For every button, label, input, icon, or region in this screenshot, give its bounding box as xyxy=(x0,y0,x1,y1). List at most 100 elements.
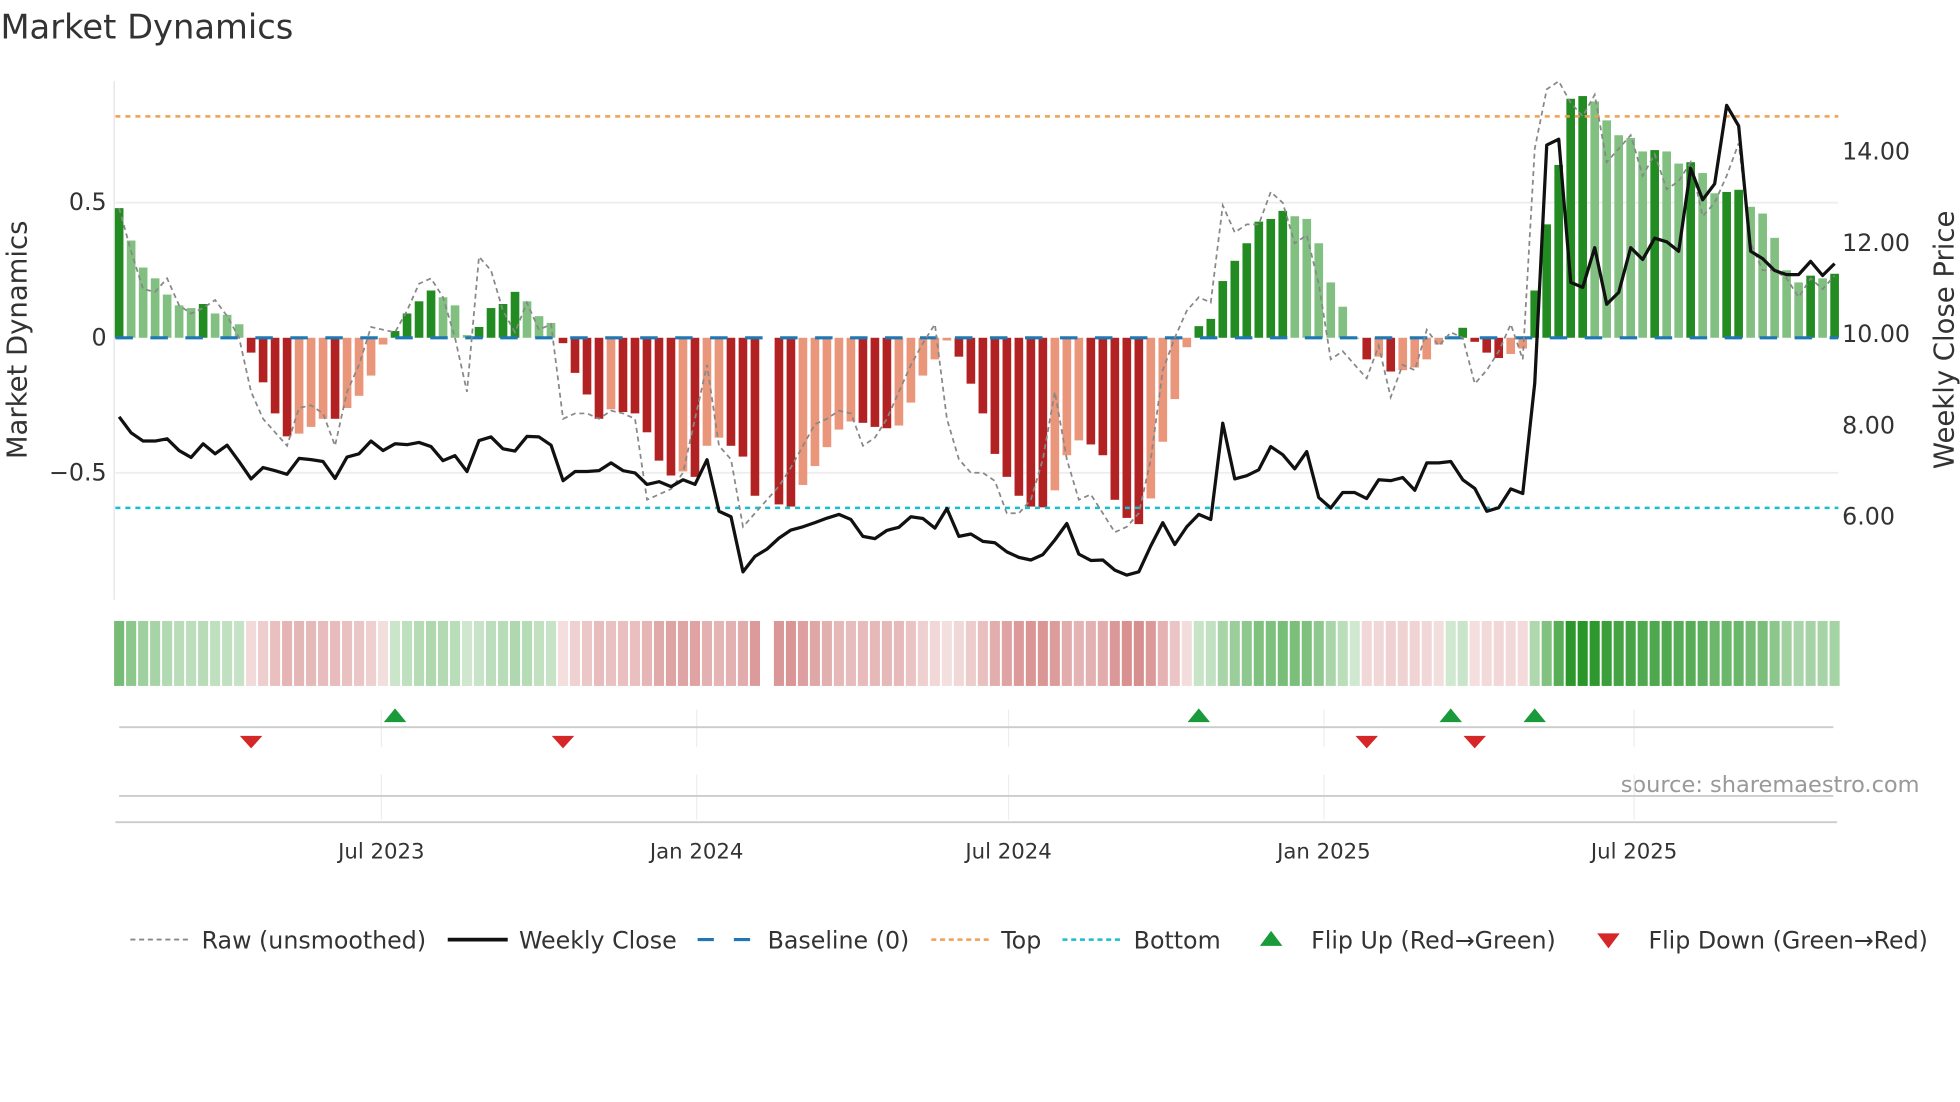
heatmap-cell xyxy=(162,620,173,686)
heatmap-cell xyxy=(378,620,389,686)
dynamics-bar xyxy=(966,337,976,384)
dynamics-bar xyxy=(1806,275,1815,338)
heatmap-cell xyxy=(1769,620,1780,686)
dynamics-bar xyxy=(1578,96,1588,338)
heatmap-cell xyxy=(1757,620,1768,686)
heatmap-cell xyxy=(1277,620,1288,686)
heatmap-cell xyxy=(725,620,736,686)
heatmap-cell xyxy=(485,620,497,686)
dynamics-bar xyxy=(558,337,568,344)
heatmap-cell xyxy=(1205,620,1216,686)
heatmap-cell xyxy=(545,620,557,686)
heatmap-cell xyxy=(1457,620,1468,686)
heatmap-cell xyxy=(821,620,832,686)
heatmap-cell xyxy=(1253,620,1264,686)
heatmap-cell xyxy=(1637,620,1648,686)
dynamics-bar xyxy=(1782,270,1791,338)
dynamics-bar xyxy=(1362,337,1372,360)
weekly-close-line xyxy=(117,103,1836,577)
heatmap-cell xyxy=(1709,620,1720,686)
dynamics-bar xyxy=(1194,326,1204,338)
dynamics-bar xyxy=(438,297,448,338)
dynamics-bar xyxy=(402,313,412,338)
heatmap-cell xyxy=(557,620,569,686)
dynamics-bar xyxy=(306,337,316,427)
heatmap-cell xyxy=(641,620,653,686)
heatmap-cell xyxy=(294,620,305,686)
heatmap-cell xyxy=(749,620,760,686)
dynamics-bar xyxy=(378,337,388,345)
heatmap-cell xyxy=(833,620,844,686)
dynamics-bar xyxy=(1818,278,1827,338)
dynamics-bar xyxy=(1278,210,1288,338)
heatmap-cell xyxy=(1037,620,1048,686)
heatmap-cell xyxy=(1325,620,1336,686)
dynamics-bar xyxy=(330,337,340,419)
heatmap-cell xyxy=(1481,620,1492,686)
legend-flip-up-icon xyxy=(1259,930,1283,946)
heatmap-cell xyxy=(1049,620,1060,686)
heatmap-cell xyxy=(497,620,509,686)
legend-label: Flip Down (Green→Red) xyxy=(1648,926,1927,954)
heatmap-cell xyxy=(234,620,245,686)
dynamics-bar xyxy=(1074,337,1084,441)
dynamics-bar xyxy=(1254,221,1264,338)
dynamics-bar xyxy=(798,337,808,485)
legend: Raw (unsmoothed) Weekly Close Baseline (0)… xyxy=(130,926,1928,954)
heatmap-cell xyxy=(1241,620,1252,686)
heatmap-cell xyxy=(533,620,545,686)
heatmap-cell xyxy=(1589,620,1600,686)
raw-unsmoothed-line xyxy=(118,79,1836,534)
heatmap-cell xyxy=(210,620,221,686)
flip-up-marker xyxy=(383,708,407,723)
dynamics-bar xyxy=(654,337,664,461)
heatmap-cell xyxy=(617,620,629,686)
dynamics-bar xyxy=(366,337,376,376)
dynamics-bar xyxy=(702,337,712,446)
heatmap-cell xyxy=(246,620,257,686)
dynamics-bar xyxy=(666,337,676,476)
dynamics-bar xyxy=(726,337,736,446)
dynamics-bar xyxy=(234,324,244,338)
heatmap-cell xyxy=(1013,620,1024,686)
legend-label: Baseline (0) xyxy=(768,926,910,954)
heatmap-cell xyxy=(581,620,593,686)
heatmap-cell xyxy=(509,620,521,686)
dynamics-bar xyxy=(1038,337,1048,508)
dynamics-bar xyxy=(114,208,124,338)
dynamics-bar xyxy=(150,278,160,338)
dynamics-bar xyxy=(1626,137,1635,338)
dynamics-bar xyxy=(630,337,640,414)
heatmap-cell xyxy=(701,620,712,686)
dynamics-bar xyxy=(582,337,592,395)
heatmap-cell xyxy=(1649,620,1660,686)
dynamics-bar xyxy=(714,337,724,438)
heatmap-cell xyxy=(1733,620,1744,686)
flip-up-marker xyxy=(1523,708,1546,723)
heatmap-cell xyxy=(1829,620,1840,686)
dynamics-bar xyxy=(1218,281,1228,338)
heatmap-cell xyxy=(1745,620,1756,686)
heatmap-cell xyxy=(845,620,856,686)
dynamics-bar xyxy=(426,290,436,338)
dynamics-bar xyxy=(1722,191,1731,338)
flip-down-marker xyxy=(1463,735,1486,749)
heatmap-cell xyxy=(869,620,880,686)
heatmap-cell xyxy=(605,620,617,686)
legend-label: Raw (unsmoothed) xyxy=(202,926,426,954)
dynamics-bar xyxy=(642,337,652,433)
dynamics-bar xyxy=(174,305,184,338)
dynamics-bar xyxy=(834,337,844,430)
heatmap-cell xyxy=(438,620,449,686)
flip-down-marker xyxy=(239,735,263,749)
heatmap-cell xyxy=(965,620,976,686)
heatmap-cell xyxy=(1793,620,1804,686)
dynamics-bar xyxy=(1590,101,1600,338)
dynamics-bar xyxy=(1002,337,1012,477)
dynamics-bar xyxy=(318,337,328,419)
heatmap-cell xyxy=(1469,620,1480,686)
heatmap-cell xyxy=(1109,620,1120,686)
dynamics-bar xyxy=(1014,337,1024,496)
dynamics-bar xyxy=(1386,337,1396,372)
heatmap-cell xyxy=(1289,620,1300,686)
